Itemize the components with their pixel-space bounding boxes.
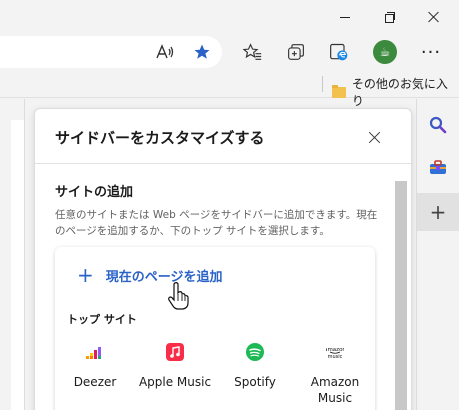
- edge-bar-button[interactable]: [324, 37, 354, 67]
- favorites-bar: その他のお気に入り: [0, 70, 459, 108]
- favorites-icon: [243, 43, 262, 60]
- plus-icon: +: [77, 263, 94, 287]
- maximize-button[interactable]: [371, 0, 409, 34]
- toolbar: ☕ ···: [0, 34, 459, 70]
- svg-text:music: music: [328, 354, 343, 360]
- top-site-deezer[interactable]: Deezer: [55, 343, 135, 390]
- collections-icon: [288, 44, 304, 60]
- add-current-page-button[interactable]: + 現在のページを追加: [77, 265, 223, 285]
- top-sites-heading: トップ サイト: [67, 313, 137, 326]
- restore-icon: [385, 12, 395, 23]
- spotify-icon: [246, 343, 264, 361]
- title-bar: [0, 0, 459, 34]
- add-site-description: 任意のサイトまたは Web ページをサイドバーに追加できます。現在のページを追加…: [55, 209, 378, 237]
- folder-icon: [332, 84, 346, 98]
- sidebar-tools-button[interactable]: [417, 149, 459, 185]
- hand-cursor-icon: [168, 282, 189, 310]
- profile-icon: ☕: [373, 40, 397, 64]
- more-icon: ···: [420, 41, 442, 63]
- top-site-label: Spotify: [234, 375, 276, 389]
- panel-header: サイドバーをカスタマイズする: [35, 109, 411, 164]
- top-site-label: Apple Music: [138, 375, 212, 389]
- top-site-spotify[interactable]: Spotify: [215, 343, 295, 390]
- panel-close-button[interactable]: [361, 123, 389, 151]
- add-site-card: + 現在のページを追加 トップ サイト Deezer Apple Music S…: [55, 247, 375, 410]
- edge-bar-icon: [330, 43, 348, 61]
- top-site-label: Amazon Music: [310, 375, 360, 405]
- favorites-button[interactable]: [238, 37, 268, 67]
- favorites-separator: [322, 76, 323, 92]
- amazon-music-icon: amazon music: [326, 347, 344, 360]
- sidebar-add-button[interactable]: +: [417, 193, 459, 231]
- sidebar-search-button[interactable]: [417, 107, 459, 143]
- add-current-page-label: 現在のページを追加: [105, 269, 223, 285]
- read-aloud-button[interactable]: [150, 37, 180, 67]
- customize-sidebar-panel: サイドバーをカスタマイズする サイトの追加 任意のサイトまたは Web ページを…: [34, 108, 412, 410]
- tools-icon: [430, 160, 446, 174]
- favorite-star-button[interactable]: [187, 37, 217, 67]
- close-icon: [428, 11, 440, 23]
- panel-scrollbar-thumb[interactable]: [395, 181, 407, 410]
- apple-music-icon: [166, 343, 184, 361]
- more-button[interactable]: ···: [416, 37, 446, 67]
- read-aloud-icon: [156, 44, 174, 59]
- window-close-button[interactable]: [415, 0, 453, 34]
- page-scrollbar[interactable]: [11, 120, 24, 410]
- collections-button[interactable]: [281, 37, 311, 67]
- top-sites-list: Deezer Apple Music Spotify mazo music Am…: [55, 343, 375, 410]
- close-icon: [369, 131, 381, 143]
- top-site-label: Deezer: [73, 375, 117, 389]
- star-icon: [194, 44, 210, 59]
- minimize-button[interactable]: [326, 0, 364, 34]
- top-site-amazon-music[interactable]: amazon music Amazon Music: [295, 343, 375, 406]
- svg-text:amazon: amazon: [326, 347, 344, 353]
- search-icon: [429, 116, 447, 134]
- deezer-icon: [86, 347, 101, 359]
- edge-sidebar: +: [417, 99, 459, 410]
- panel-title: サイドバーをカスタマイズする: [55, 129, 265, 147]
- add-site-heading: サイトの追加: [55, 185, 134, 200]
- top-site-apple-music[interactable]: Apple Music: [135, 343, 215, 390]
- add-icon: +: [429, 200, 447, 224]
- profile-button[interactable]: ☕: [370, 37, 400, 67]
